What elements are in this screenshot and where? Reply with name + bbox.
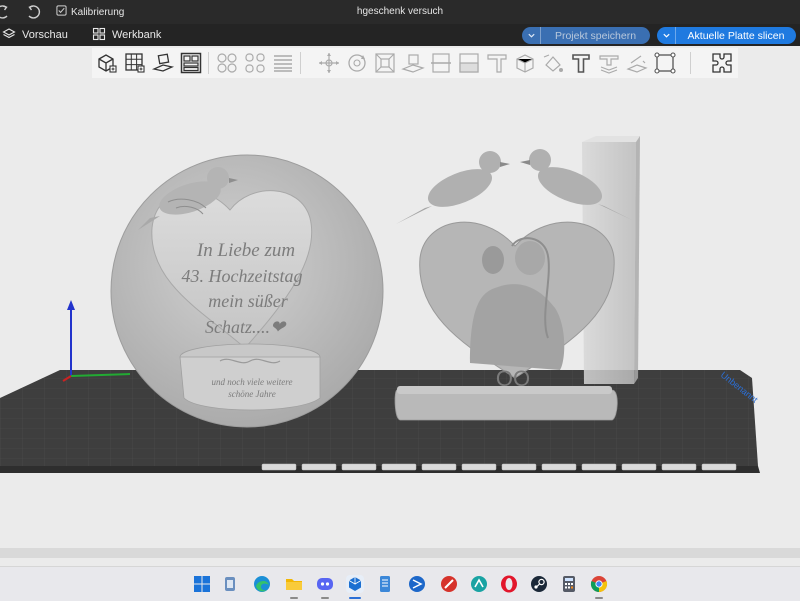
discord-icon[interactable] xyxy=(313,572,337,599)
base-text-line-1: und noch viele weitere xyxy=(212,377,293,387)
text-tool-icon[interactable] xyxy=(569,51,593,75)
toolbar-separator xyxy=(690,52,691,74)
plaque-text-line-4: Schatz....❤ xyxy=(205,317,287,337)
auto-orient-icon[interactable] xyxy=(151,51,175,75)
cut-icon[interactable] xyxy=(429,51,453,75)
chevron-down-icon[interactable] xyxy=(522,27,541,44)
file-manager-icon[interactable] xyxy=(218,572,242,596)
steam-icon[interactable] xyxy=(527,572,551,596)
layers-icon xyxy=(2,27,16,44)
app-red-icon[interactable] xyxy=(437,572,461,596)
color-painting-icon[interactable] xyxy=(541,51,565,75)
rings-emblem: OO xyxy=(496,366,530,391)
grid-icon xyxy=(92,27,106,44)
toolbar-separator xyxy=(208,52,209,74)
support-painting-icon[interactable] xyxy=(485,51,509,75)
emboss-icon[interactable] xyxy=(597,51,621,75)
windows-taskbar xyxy=(0,566,800,601)
slice-plate-label: Aktuelle Platte slicen xyxy=(687,29,785,42)
windows-start-icon[interactable] xyxy=(190,572,214,596)
active-indicator xyxy=(349,597,361,599)
slice-plate-button[interactable]: Aktuelle Platte slicen xyxy=(657,27,796,44)
measure-icon[interactable] xyxy=(625,51,649,75)
running-indicator xyxy=(595,597,603,599)
save-project-label: Projekt speichern xyxy=(554,29,637,42)
app-teal-icon[interactable] xyxy=(467,572,491,596)
sourcetree-icon[interactable] xyxy=(405,572,429,596)
opera-icon[interactable] xyxy=(497,572,521,596)
lay-on-face-icon[interactable] xyxy=(401,51,425,75)
rotate-icon[interactable] xyxy=(345,51,369,75)
build-plate xyxy=(0,370,760,473)
window-title: hgeschenk versuch xyxy=(356,6,444,17)
split-objects-icon[interactable] xyxy=(215,51,239,75)
slicer-app-icon[interactable] xyxy=(343,572,367,599)
viewport-bottom-band xyxy=(0,548,800,558)
plaque-text-line-1: In Liebe zum xyxy=(196,240,295,261)
save-project-button[interactable]: Projekt speichern xyxy=(522,27,650,44)
calculator-icon[interactable] xyxy=(557,572,581,596)
3d-viewport[interactable]: Unbenannt In Liebe zum 43. Hochzeitstag … xyxy=(0,78,800,558)
chevron-down-icon[interactable] xyxy=(657,27,676,44)
running-indicator xyxy=(290,597,298,599)
tab-preview-label: Vorschau xyxy=(22,29,68,41)
assembly-icon[interactable] xyxy=(653,51,677,75)
chrome-icon[interactable] xyxy=(587,572,611,599)
variable-layer-height-icon[interactable] xyxy=(271,51,295,75)
notepad-icon[interactable] xyxy=(373,572,397,596)
tab-workbench-label: Werkbank xyxy=(112,29,162,41)
edge-browser-icon[interactable] xyxy=(250,572,274,596)
move-icon[interactable] xyxy=(317,51,341,75)
add-plate-icon[interactable] xyxy=(123,51,147,75)
base-text-line-2: schöne Jahre xyxy=(228,389,275,399)
plaque-text-line-3: mein süßer xyxy=(208,291,288,311)
folder-icon[interactable] xyxy=(282,572,306,599)
running-indicator xyxy=(321,597,329,599)
plaque-text-line-2: 43. Hochzeitstag xyxy=(182,266,303,286)
object-toolbar xyxy=(92,48,738,79)
tab-workbench[interactable]: Werkbank xyxy=(92,27,161,43)
tab-preview[interactable]: Vorschau xyxy=(2,27,68,43)
scale-icon[interactable] xyxy=(373,51,397,75)
split-parts-icon[interactable] xyxy=(243,51,267,75)
mesh-boolean-icon[interactable] xyxy=(457,51,481,75)
menu-bar: Vorschau Werkbank Projekt speichern Aktu… xyxy=(0,24,800,46)
bird-figure-left xyxy=(396,151,510,224)
seam-painting-icon[interactable] xyxy=(513,51,537,75)
title-bar: Kalibrierung hgeschenk versuch xyxy=(0,0,800,24)
toolbar-separator xyxy=(300,52,301,74)
heart-plaque-model[interactable]: In Liebe zum 43. Hochzeitstag mein süßer… xyxy=(110,154,384,428)
arrange-icon[interactable] xyxy=(179,51,203,75)
add-object-icon[interactable] xyxy=(95,51,119,75)
puzzle-icon[interactable] xyxy=(710,51,734,75)
